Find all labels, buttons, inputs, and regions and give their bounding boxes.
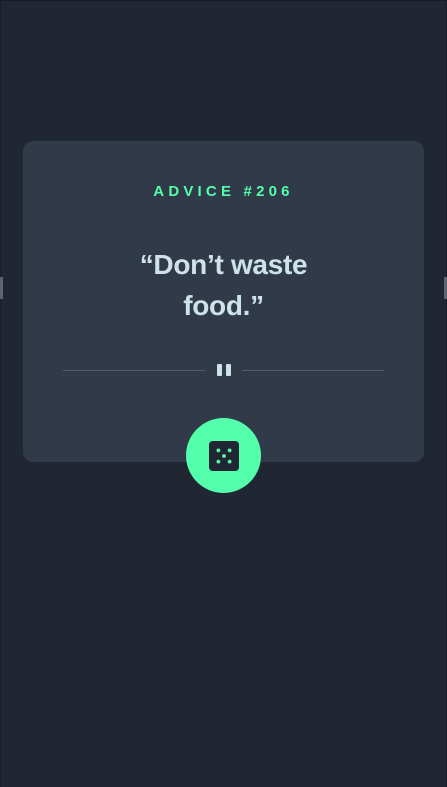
left-border: [0, 0, 1, 787]
left-edge-marker: [0, 277, 3, 299]
advice-id-label: ADVICE #206: [153, 183, 294, 200]
advice-quote: “Don’t waste food.”: [139, 249, 308, 321]
pause-bar-left: [217, 364, 222, 376]
new-advice-button[interactable]: [186, 418, 261, 493]
divider-right-line: [242, 370, 384, 371]
pause-bar-right: [226, 364, 231, 376]
dice-icon: [208, 440, 239, 471]
top-border: [0, 0, 447, 1]
divider-left-line: [63, 370, 205, 371]
pause-icon: [216, 364, 232, 376]
